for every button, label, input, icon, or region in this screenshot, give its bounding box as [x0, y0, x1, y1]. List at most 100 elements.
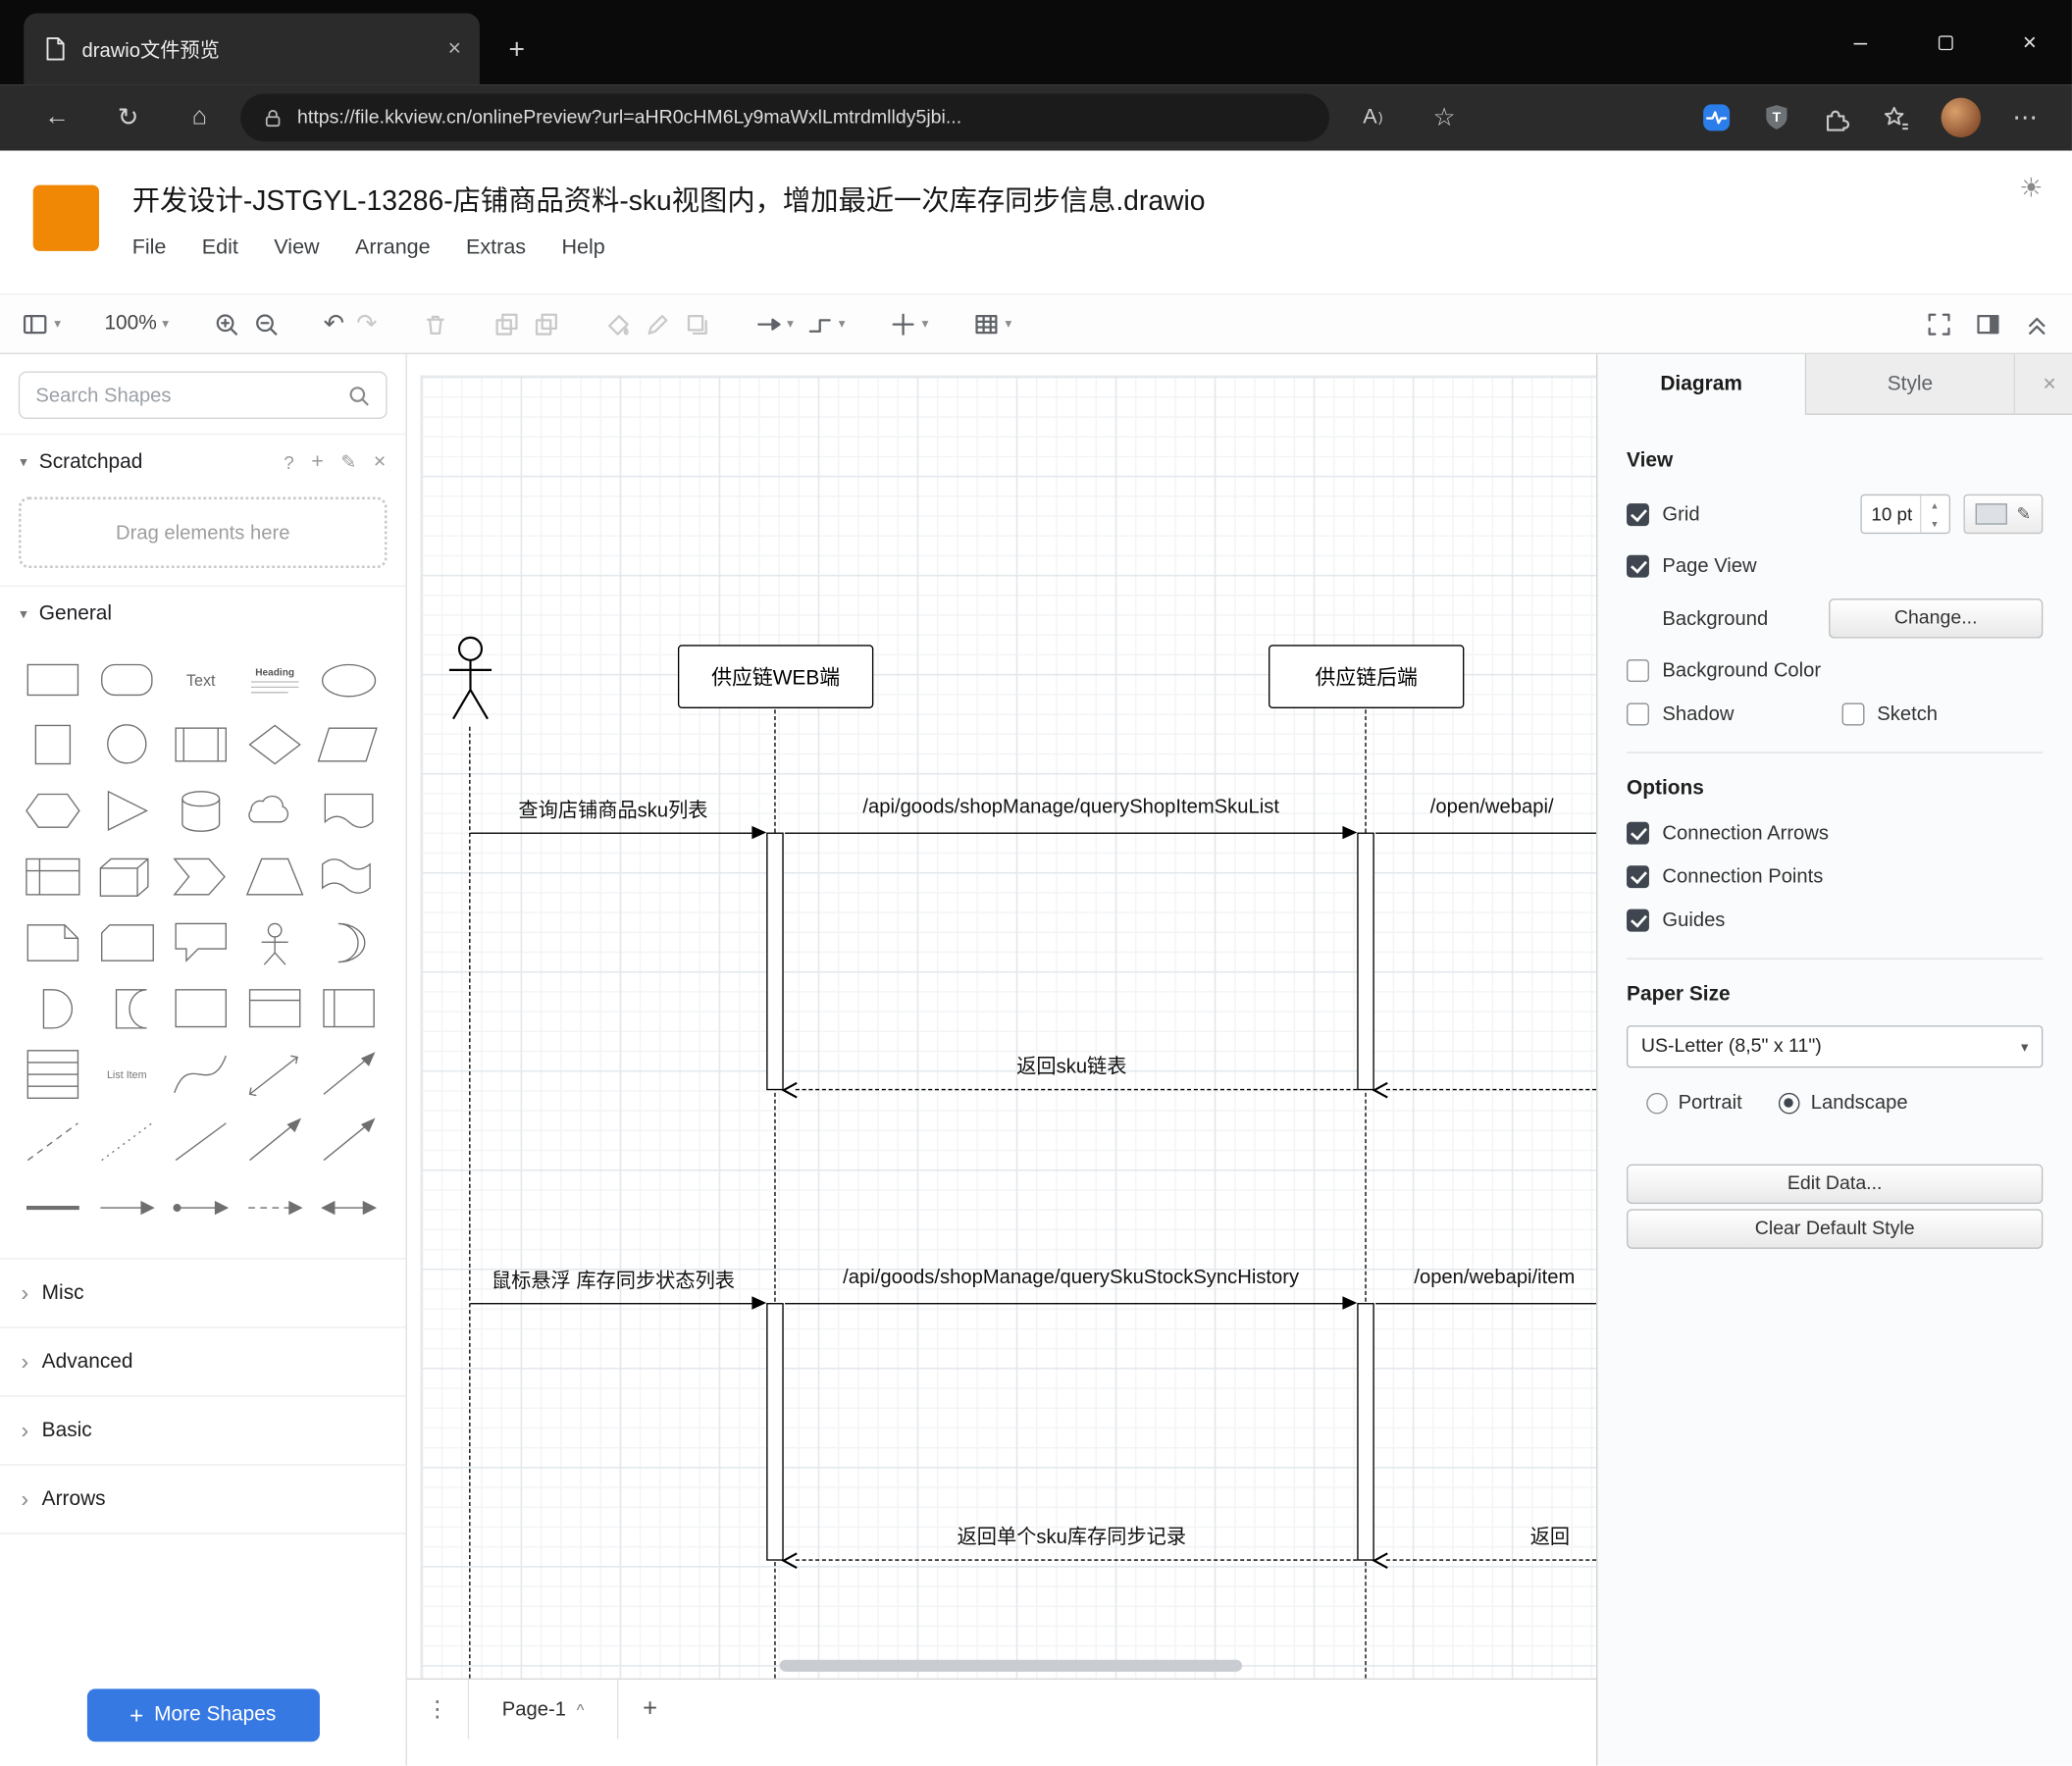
window-minimize-button[interactable]: –: [1818, 0, 1902, 84]
shape-trapezoid[interactable]: [245, 857, 304, 896]
line-color-button[interactable]: [643, 310, 670, 338]
search-shapes-input[interactable]: [18, 371, 388, 419]
shape-curve[interactable]: [174, 1055, 227, 1094]
shape-process[interactable]: [175, 727, 227, 762]
delete-button[interactable]: [421, 310, 448, 338]
return-line[interactable]: [1385, 1088, 1597, 1091]
profile-avatar[interactable]: [1941, 97, 1982, 138]
activation-bar[interactable]: [1357, 832, 1374, 1091]
format-panel-toggle-button[interactable]: [1974, 310, 2001, 338]
message-line[interactable]: [1375, 1303, 1597, 1305]
shape-cylinder[interactable]: [181, 791, 221, 832]
fill-color-button[interactable]: [603, 310, 631, 338]
shape-heading[interactable]: Heading: [250, 667, 299, 694]
message-label[interactable]: /open/webapi/: [1393, 796, 1591, 825]
shape-dotted-line[interactable]: [101, 1122, 153, 1162]
shape-square[interactable]: [34, 724, 72, 765]
menu-edit[interactable]: Edit: [202, 236, 238, 260]
view-panels-button[interactable]: ▾: [22, 310, 61, 338]
shield-extension-icon[interactable]: T: [1763, 103, 1790, 132]
return-line[interactable]: [795, 1559, 1358, 1561]
landscape-option[interactable]: Landscape: [1779, 1092, 1908, 1114]
fullscreen-button[interactable]: [1925, 310, 1952, 338]
clear-default-style-button[interactable]: Clear Default Style: [1627, 1209, 2044, 1249]
scratchpad-header[interactable]: ▾ Scratchpad ? + ✎ ×: [0, 433, 406, 490]
sidebar-section-misc[interactable]: › Misc: [0, 1258, 406, 1326]
home-button[interactable]: ⌂: [169, 92, 230, 142]
format-panel-close-button[interactable]: ×: [2043, 371, 2055, 397]
tab-style[interactable]: Style: [1806, 353, 2016, 415]
general-section-header[interactable]: ▾ General: [0, 585, 406, 642]
back-button[interactable]: ←: [26, 92, 87, 142]
grid-color-button[interactable]: ✎: [1963, 493, 2044, 535]
tab-close-icon[interactable]: ×: [448, 35, 461, 62]
connection-points-checkbox[interactable]: [1627, 865, 1649, 889]
read-aloud-button[interactable]: A): [1342, 92, 1403, 142]
shape-note[interactable]: [26, 924, 79, 961]
zoom-level-dropdown[interactable]: 100% ▾: [104, 312, 169, 336]
shape-diamond[interactable]: [248, 724, 301, 765]
lifeline-head-backend[interactable]: 供应链后端: [1269, 645, 1465, 708]
sidebar-section-advanced[interactable]: › Advanced: [0, 1326, 406, 1395]
message-line[interactable]: [785, 832, 1343, 834]
shape-tape[interactable]: [321, 858, 371, 894]
to-front-button[interactable]: [492, 310, 520, 338]
scratchpad-edit-icon[interactable]: ✎: [340, 450, 356, 473]
shadow-checkbox[interactable]: [1627, 702, 1649, 726]
lifeline-head-web[interactable]: 供应链WEB端: [677, 645, 874, 708]
pages-menu-button[interactable]: ⋮: [407, 1680, 468, 1740]
shape-rectangle[interactable]: [26, 663, 79, 697]
page-tab[interactable]: Page-1 ^: [469, 1680, 617, 1740]
connection-arrows-checkbox[interactable]: [1627, 821, 1649, 845]
to-back-button[interactable]: [532, 310, 559, 338]
undo-button[interactable]: ↶: [324, 311, 344, 337]
new-tab-button[interactable]: +: [509, 34, 526, 66]
grid-size-input[interactable]: [1861, 495, 1921, 533]
background-color-checkbox[interactable]: [1627, 659, 1649, 683]
refresh-button[interactable]: ↻: [98, 92, 159, 142]
return-line[interactable]: [1385, 1559, 1597, 1561]
shape-actor[interactable]: [261, 922, 288, 965]
shape-vertical-container[interactable]: [323, 989, 375, 1028]
page-view-checkbox[interactable]: [1627, 554, 1649, 578]
lifeline-actor[interactable]: [469, 726, 471, 1679]
sidebar-section-basic[interactable]: › Basic: [0, 1395, 406, 1464]
sidebar-section-arrows[interactable]: › Arrows: [0, 1464, 406, 1532]
site-security-lock-icon[interactable]: [262, 106, 285, 129]
shape-list[interactable]: [26, 1050, 79, 1099]
collapse-toolbar-button[interactable]: [2023, 310, 2050, 338]
shape-arrow-shape[interactable]: [323, 1052, 376, 1095]
drawing-canvas[interactable]: 查询店铺商品sku列表 /api/goods/shopManage/queryS…: [406, 353, 1597, 1679]
shape-line[interactable]: [175, 1122, 227, 1162]
menu-extras[interactable]: Extras: [466, 236, 526, 260]
message-label[interactable]: /api/goods/shopManage/querySkuStockSyncH…: [785, 1266, 1357, 1295]
scratchpad-add-icon[interactable]: +: [311, 450, 324, 474]
shape-document[interactable]: [324, 793, 374, 828]
browser-tab[interactable]: drawio文件预览 ×: [24, 13, 480, 85]
shape-cloud[interactable]: [248, 795, 289, 823]
shape-rounded-rectangle[interactable]: [101, 663, 153, 697]
change-background-button[interactable]: Change...: [1829, 598, 2044, 639]
message-line[interactable]: [785, 1303, 1343, 1305]
settings-menu-button[interactable]: ⋯: [2012, 102, 2038, 132]
return-label[interactable]: 返回单个sku库存同步记录: [786, 1523, 1357, 1552]
shape-text[interactable]: Text: [186, 672, 216, 690]
zoom-in-button[interactable]: [212, 310, 239, 338]
message-line[interactable]: [470, 832, 752, 834]
scratchpad-close-icon[interactable]: ×: [374, 450, 387, 474]
tab-diagram[interactable]: Diagram: [1597, 353, 1807, 415]
theme-toggle-sun-icon[interactable]: ☀: [2019, 172, 2043, 205]
shape-container[interactable]: [175, 989, 227, 1028]
shape-triangle[interactable]: [107, 790, 149, 831]
shape-circle[interactable]: [107, 724, 147, 764]
address-bar[interactable]: https://file.kkview.cn/onlinePreview?url…: [240, 93, 1329, 142]
shadow-button[interactable]: [683, 310, 710, 338]
scratchpad-help-icon[interactable]: ?: [284, 451, 294, 473]
portrait-option[interactable]: Portrait: [1646, 1092, 1742, 1114]
zoom-out-button[interactable]: [252, 310, 280, 338]
connection-style-dropdown[interactable]: ▾: [753, 310, 794, 338]
landscape-radio[interactable]: [1779, 1092, 1800, 1114]
sketch-checkbox[interactable]: [1840, 702, 1864, 726]
return-label[interactable]: 返回sku链表: [786, 1052, 1357, 1081]
activation-bar[interactable]: [766, 1303, 784, 1561]
